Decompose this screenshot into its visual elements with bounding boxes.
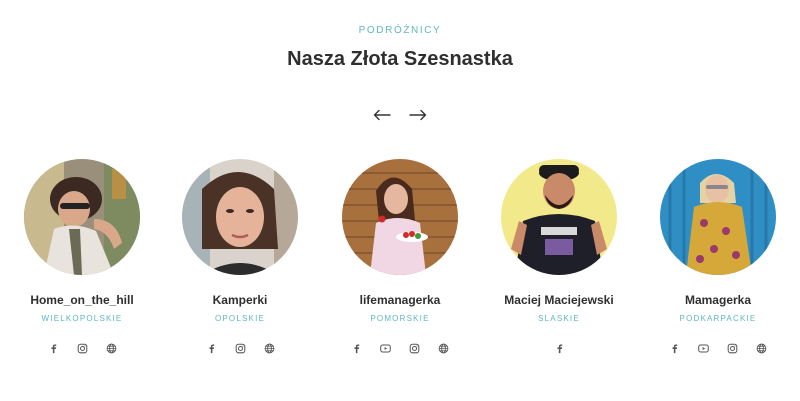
avatar[interactable] xyxy=(24,159,140,275)
globe-icon[interactable] xyxy=(438,343,449,354)
social-links xyxy=(669,343,767,355)
traveler-region: POMORSKIE xyxy=(370,314,430,323)
facebook-icon[interactable] xyxy=(351,343,362,354)
traveler-name[interactable]: lifemanagerka xyxy=(360,293,441,309)
social-links xyxy=(48,343,117,355)
traveler-region: WIELKOPOLSKIE xyxy=(41,314,123,323)
traveler-name[interactable]: Maciej Maciejewski xyxy=(504,293,613,309)
globe-icon[interactable] xyxy=(106,343,117,354)
traveler-name[interactable]: Mamagerka xyxy=(685,293,751,309)
instagram-icon[interactable] xyxy=(77,343,88,354)
carousel-nav xyxy=(0,106,800,124)
facebook-icon[interactable] xyxy=(206,343,217,354)
youtube-icon[interactable] xyxy=(698,343,709,354)
section-title: Nasza Złota Szesnastka xyxy=(287,48,513,70)
facebook-icon[interactable] xyxy=(669,343,680,354)
social-links xyxy=(554,343,565,355)
social-links xyxy=(206,343,275,355)
instagram-icon[interactable] xyxy=(409,343,420,354)
avatar[interactable] xyxy=(501,159,617,275)
avatar[interactable] xyxy=(342,159,458,275)
instagram-icon[interactable] xyxy=(727,343,738,354)
avatar[interactable] xyxy=(182,159,298,275)
prev-button[interactable] xyxy=(373,106,391,124)
youtube-icon[interactable] xyxy=(380,343,391,354)
instagram-icon[interactable] xyxy=(235,343,246,354)
traveler-card: Home_on_the_hill WIELKOPOLSKIE xyxy=(2,159,162,355)
traveler-card: Mamagerka PODKARPACKIE xyxy=(638,159,798,355)
traveler-card: Maciej Maciejewski SLASKIE xyxy=(479,159,639,355)
facebook-icon[interactable] xyxy=(554,343,565,354)
traveler-card: Kamperki OPOLSKIE xyxy=(160,159,320,355)
traveler-name[interactable]: Home_on_the_hill xyxy=(30,293,133,309)
globe-icon[interactable] xyxy=(756,343,767,354)
social-links xyxy=(351,343,449,355)
traveler-name[interactable]: Kamperki xyxy=(213,293,268,309)
traveler-carousel: Home_on_the_hill WIELKOPOLSKIE Kamperki … xyxy=(0,159,800,379)
traveler-card: lifemanagerka POMORSKIE xyxy=(320,159,480,355)
arrow-right-icon xyxy=(409,109,427,121)
avatar[interactable] xyxy=(660,159,776,275)
traveler-region: PODKARPACKIE xyxy=(679,314,757,323)
facebook-icon[interactable] xyxy=(48,343,59,354)
arrow-left-icon xyxy=(373,109,391,121)
next-button[interactable] xyxy=(409,106,427,124)
section-eyebrow: PODRÓŻNICY xyxy=(358,25,442,36)
traveler-region: OPOLSKIE xyxy=(214,314,266,323)
globe-icon[interactable] xyxy=(264,343,275,354)
traveler-region: SLASKIE xyxy=(538,314,580,323)
